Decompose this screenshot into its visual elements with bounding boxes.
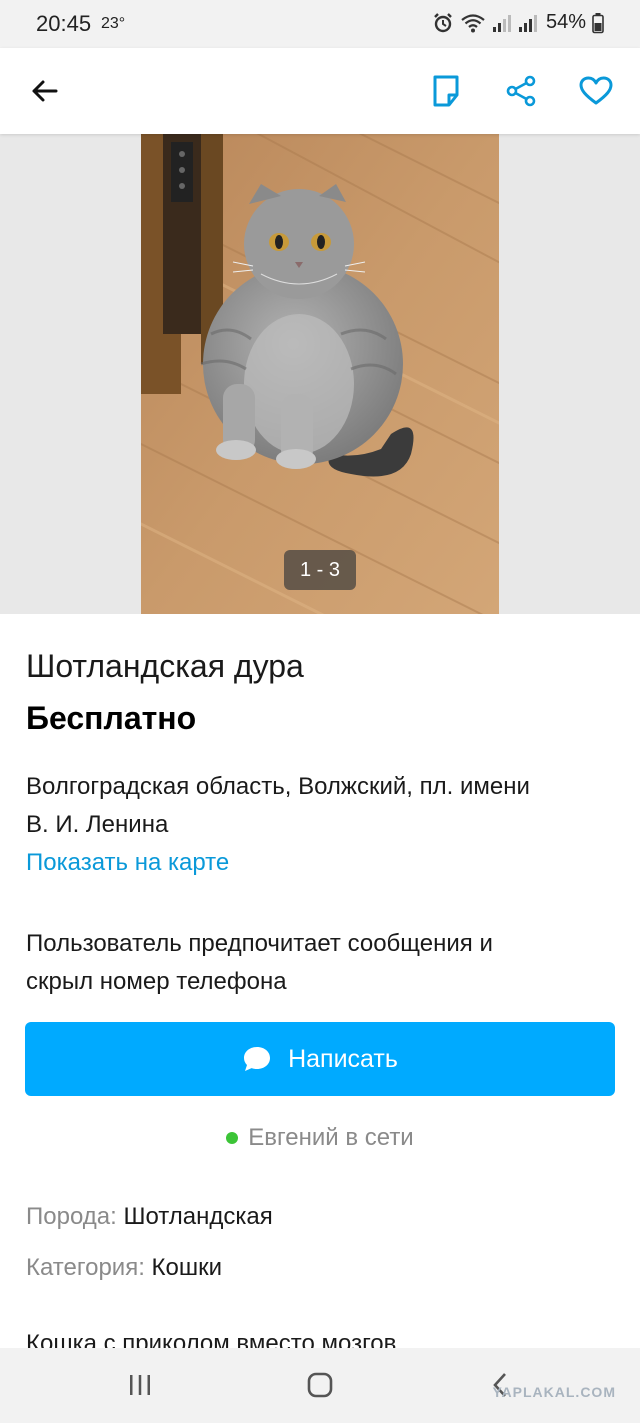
contact-preference-line-2: скрыл номер телефона [26, 968, 287, 995]
back-button[interactable] [24, 71, 64, 111]
param-breed: Порода: Шотландская [26, 1203, 273, 1231]
home-icon [307, 1372, 333, 1398]
favorite-button[interactable] [576, 71, 616, 111]
site-watermark: YAPLAKAL.COM [492, 1384, 616, 1400]
chat-bubble-icon [244, 1047, 271, 1071]
signal-icon [492, 14, 511, 32]
param-breed-value: Шотландская [123, 1203, 273, 1230]
listing-title: Шотландская дура [26, 648, 304, 684]
status-bar: 20:45 23° 54% [0, 0, 640, 48]
add-note-button[interactable] [426, 71, 466, 111]
param-category-key: Категория: [26, 1254, 145, 1281]
show-on-map-link[interactable]: Показать на карте [26, 849, 229, 877]
online-dot-icon [226, 1132, 239, 1144]
watermark-text: Avito [463, 729, 490, 743]
photo-gallery[interactable]: Avito [0, 134, 640, 743]
write-message-button[interactable]: Написать [25, 1022, 615, 1096]
recent-apps-button[interactable] [120, 1370, 160, 1400]
photo-counter: 1 - 3 [284, 550, 356, 590]
status-icons: 54% [432, 11, 604, 34]
wifi-icon [461, 13, 485, 32]
system-nav-bar: YAPLAKAL.COM [0, 1348, 640, 1423]
status-temperature: 23° [101, 15, 126, 32]
contact-preference: Пользователь предпочитает сообщения и ск… [26, 925, 616, 1001]
listing-address: Волгоградская область, Волжский, пл. име… [26, 768, 616, 844]
contact-preference-line-1: Пользователь предпочитает сообщения и [26, 930, 493, 957]
param-category-value: Кошки [151, 1254, 223, 1281]
heart-icon [579, 76, 613, 105]
seller-online-status: Евгений в сети [0, 1124, 640, 1152]
share-icon [506, 75, 536, 107]
seller-status-text: Евгений в сети [248, 1124, 414, 1151]
address-line-2: В. И. Ленина [26, 811, 169, 838]
recent-apps-icon [130, 1375, 150, 1395]
address-line-1: Волгоградская область, Волжский, пл. име… [26, 773, 530, 800]
avito-logo-icon [447, 730, 458, 741]
write-button-label: Написать [288, 1044, 398, 1073]
home-button[interactable] [300, 1370, 340, 1400]
listing-price: Бесплатно [26, 700, 197, 736]
param-breed-key: Порода: [26, 1203, 117, 1230]
share-button[interactable] [501, 71, 541, 111]
alarm-icon [434, 12, 452, 32]
note-icon [433, 75, 459, 107]
battery-icon [592, 12, 604, 33]
top-app-bar [0, 48, 640, 134]
photo-watermark: Avito [447, 729, 489, 743]
cat-photo [141, 134, 499, 614]
listing-photo[interactable] [141, 134, 499, 614]
arrow-back-icon [32, 80, 58, 102]
status-time: 20:45 [36, 11, 92, 36]
signal-icon-2 [518, 14, 537, 32]
battery-percent: 54% [545, 11, 586, 33]
param-category: Категория: Кошки [26, 1254, 222, 1282]
